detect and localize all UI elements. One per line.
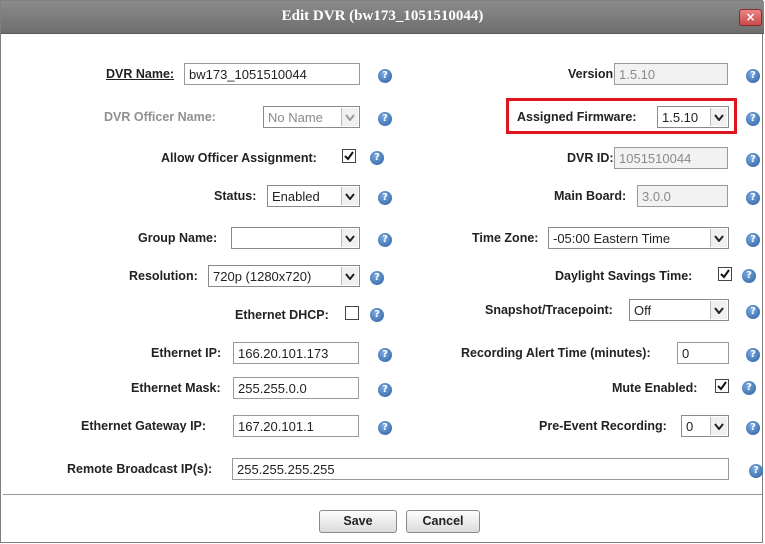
pre-event-recording-select[interactable]: 0 (681, 415, 729, 437)
dvr-officer-name-label: DVR Officer Name: (104, 110, 216, 124)
snapshot-tracepoint-help-icon[interactable]: ? (746, 305, 760, 319)
dvr-officer-name-help-icon[interactable]: ? (378, 112, 392, 126)
mute-enabled-label: Mute Enabled: (612, 381, 698, 395)
group-name-help-icon[interactable]: ? (378, 233, 392, 247)
version-label: Version: (568, 67, 618, 81)
status-select[interactable]: Enabled (267, 185, 360, 207)
cancel-button[interactable]: Cancel (406, 510, 480, 533)
resolution-label: Resolution: (129, 269, 198, 283)
dvr-id-help-icon[interactable]: ? (746, 153, 760, 167)
ethernet-mask-label: Ethernet Mask: (131, 381, 221, 395)
daylight-savings-help-icon[interactable]: ? (742, 269, 756, 283)
assigned-firmware-label: Assigned Firmware: (517, 110, 637, 124)
ethernet-dhcp-label: Ethernet DHCP: (235, 308, 329, 322)
chevron-down-icon (710, 108, 727, 126)
time-zone-value: -05:00 Eastern Time (553, 231, 671, 246)
assigned-firmware-value: 1.5.10 (662, 110, 699, 125)
chevron-down-icon (710, 301, 727, 319)
status-label: Status: (214, 189, 257, 203)
ethernet-gateway-help-icon[interactable]: ? (378, 421, 392, 435)
resolution-help-icon[interactable]: ? (370, 271, 384, 285)
dvr-officer-name-value: No Name (268, 110, 323, 125)
dvr-name-label: DVR Name: (106, 67, 175, 81)
resolution-value: 720p (1280x720) (213, 269, 312, 284)
ethernet-ip-help-icon[interactable]: ? (378, 348, 392, 362)
resolution-select[interactable]: 720p (1280x720) (208, 265, 360, 287)
status-help-icon[interactable]: ? (378, 191, 392, 205)
version-help-icon[interactable]: ? (746, 69, 760, 83)
ethernet-dhcp-checkbox[interactable] (345, 306, 359, 320)
allow-officer-assignment-help-icon[interactable]: ? (370, 151, 384, 165)
daylight-savings-label: Daylight Savings Time: (555, 269, 693, 283)
time-zone-select[interactable]: -05:00 Eastern Time (548, 227, 729, 249)
allow-officer-assignment-label: Allow Officer Assignment: (161, 151, 317, 165)
main-board-label: Main Board: (554, 189, 627, 203)
ethernet-gateway-input[interactable]: 167.20.101.1 (233, 415, 359, 437)
ethernet-ip-label: Ethernet IP: (151, 346, 222, 360)
close-icon[interactable]: × (739, 9, 762, 26)
assigned-firmware-help-icon[interactable]: ? (746, 112, 760, 126)
remote-broadcast-help-icon[interactable]: ? (749, 464, 763, 478)
group-name-select[interactable] (231, 227, 360, 249)
chevron-down-icon (710, 417, 727, 435)
snapshot-tracepoint-value: Off (634, 303, 652, 318)
ethernet-mask-input[interactable]: 255.255.0.0 (233, 377, 359, 399)
ethernet-gateway-label: Ethernet Gateway IP: (81, 419, 207, 433)
recording-alert-time-help-icon[interactable]: ? (746, 348, 760, 362)
dvr-id-label: DVR ID: (567, 151, 614, 165)
group-name-label: Group Name: (138, 231, 218, 245)
version-field: 1.5.10 (614, 63, 728, 85)
edit-dvr-dialog: Edit DVR (bw173_1051510044) × DVR Name: … (0, 0, 764, 543)
recording-alert-time-input[interactable]: 0 (677, 342, 729, 364)
pre-event-recording-value: 0 (686, 419, 694, 434)
pre-event-recording-label: Pre-Event Recording: (539, 419, 667, 433)
assigned-firmware-select[interactable]: 1.5.10 (657, 106, 729, 128)
chevron-down-icon (341, 187, 358, 205)
main-board-help-icon[interactable]: ? (746, 191, 760, 205)
ethernet-dhcp-help-icon[interactable]: ? (370, 308, 384, 322)
chevron-down-icon (341, 229, 358, 247)
main-board-field: 3.0.0 (637, 185, 728, 207)
dialog-title: Edit DVR (bw173_1051510044) (281, 8, 484, 24)
dvr-officer-name-select: No Name (263, 106, 360, 128)
remote-broadcast-input[interactable]: 255.255.255.255 (232, 458, 729, 480)
status-value: Enabled (272, 189, 320, 204)
dvr-name-help-icon[interactable]: ? (378, 69, 392, 83)
remote-broadcast-label: Remote Broadcast IP(s): (67, 462, 213, 476)
chevron-down-icon (710, 229, 727, 247)
dvr-id-field: 1051510044 (614, 147, 728, 169)
pre-event-recording-help-icon[interactable]: ? (746, 421, 760, 435)
mute-enabled-checkbox[interactable] (715, 379, 729, 393)
ethernet-mask-help-icon[interactable]: ? (378, 383, 392, 397)
save-button[interactable]: Save (319, 510, 397, 533)
footer-divider (3, 494, 762, 495)
time-zone-label: Time Zone: (472, 231, 539, 245)
mute-enabled-help-icon[interactable]: ? (742, 381, 756, 395)
chevron-down-icon (341, 108, 358, 126)
ethernet-ip-input[interactable]: 166.20.101.173 (233, 342, 359, 364)
recording-alert-time-label: Recording Alert Time (minutes): (461, 346, 651, 360)
allow-officer-assignment-checkbox[interactable] (342, 149, 356, 163)
time-zone-help-icon[interactable]: ? (746, 233, 760, 247)
snapshot-tracepoint-label: Snapshot/Tracepoint: (485, 303, 613, 317)
daylight-savings-checkbox[interactable] (718, 267, 732, 281)
snapshot-tracepoint-select[interactable]: Off (629, 299, 729, 321)
dialog-titlebar: Edit DVR (bw173_1051510044) × (1, 1, 764, 34)
dvr-name-input[interactable]: bw173_1051510044 (184, 63, 360, 85)
chevron-down-icon (341, 267, 358, 285)
